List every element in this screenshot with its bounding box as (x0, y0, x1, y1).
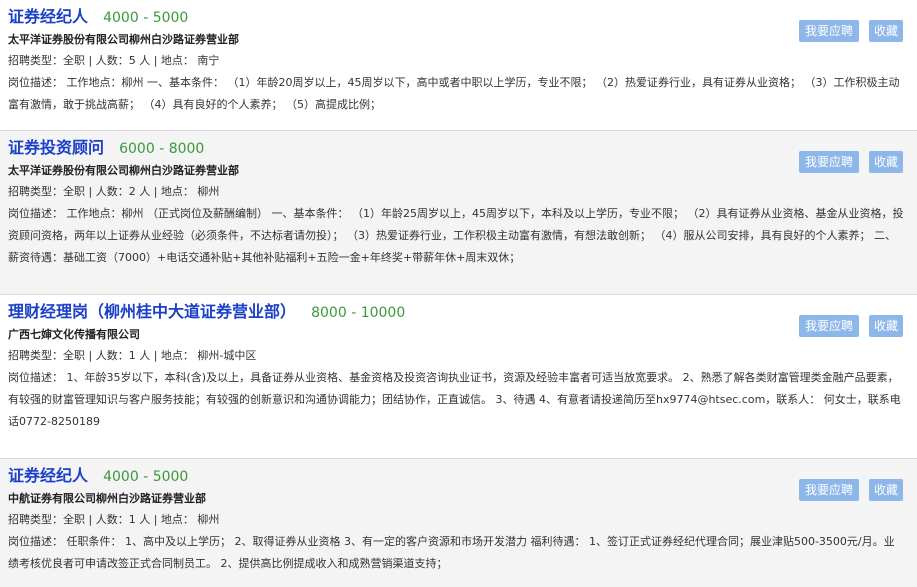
apply-button[interactable]: 我要应聘 (799, 20, 859, 42)
company-name: 广西七婶文化传播有限公司 (8, 328, 140, 341)
job-title-row: 证券投资顾问 6000 - 8000 (8, 135, 909, 161)
job-description: 岗位描述： 任职条件： 1、高中及以上学历； 2、取得证券从业资格 3、有一定的… (8, 535, 895, 570)
job-meta: 招聘类型：全职 | 人数：5 人 | 地点： 南宁 (8, 54, 220, 67)
salary-range: 6000 - 8000 (119, 141, 205, 157)
job-actions: 我要应聘 收藏 (799, 20, 903, 42)
company-name: 中航证券有限公司柳州白沙路证券营业部 (8, 492, 206, 505)
salary-range: 4000 - 5000 (103, 469, 189, 485)
job-title-link[interactable]: 理财经理岗（柳州桂中大道证券营业部） (8, 302, 296, 321)
job-meta: 招聘类型：全职 | 人数：1 人 | 地点： 柳州-城中区 (8, 349, 257, 362)
job-title-link[interactable]: 证券经纪人 (8, 466, 88, 485)
job-meta: 招聘类型：全职 | 人数：1 人 | 地点： 柳州 (8, 513, 220, 526)
job-listing-item: 理财经理岗（柳州桂中大道证券营业部） 8000 - 10000 广西七婶文化传播… (0, 295, 917, 459)
job-title-link[interactable]: 证券经纪人 (8, 7, 88, 26)
job-listing-item: 证券经纪人 4000 - 5000 中航证券有限公司柳州白沙路证券营业部 招聘类… (0, 459, 917, 587)
job-listing-item: 证券投资顾问 6000 - 8000 太平洋证券股份有限公司柳州白沙路证券营业部… (0, 131, 917, 295)
apply-button[interactable]: 我要应聘 (799, 315, 859, 337)
job-title-row: 理财经理岗（柳州桂中大道证券营业部） 8000 - 10000 (8, 299, 909, 325)
job-description: 岗位描述： 1、年龄35岁以下，本科(含)及以上，具备证券从业资格、基金资格及投… (8, 371, 901, 428)
favorite-button[interactable]: 收藏 (869, 479, 903, 501)
favorite-button[interactable]: 收藏 (869, 315, 903, 337)
job-description: 岗位描述： 工作地点：柳州 （正式岗位及薪酬编制） 一、基本条件： （1）年龄2… (8, 207, 904, 264)
favorite-button[interactable]: 收藏 (869, 151, 903, 173)
job-meta: 招聘类型：全职 | 人数：2 人 | 地点： 柳州 (8, 185, 220, 198)
apply-button[interactable]: 我要应聘 (799, 151, 859, 173)
job-list: 证券经纪人 4000 - 5000 太平洋证券股份有限公司柳州白沙路证券营业部 … (0, 0, 917, 587)
favorite-button[interactable]: 收藏 (869, 20, 903, 42)
job-actions: 我要应聘 收藏 (799, 315, 903, 337)
salary-range: 8000 - 10000 (311, 305, 406, 321)
job-description: 岗位描述： 工作地点：柳州 一、基本条件： （1）年龄20周岁以上，45周岁以下… (8, 76, 900, 111)
job-actions: 我要应聘 收藏 (799, 479, 903, 501)
salary-range: 4000 - 5000 (103, 10, 189, 26)
company-name: 太平洋证券股份有限公司柳州白沙路证券营业部 (8, 164, 239, 177)
apply-button[interactable]: 我要应聘 (799, 479, 859, 501)
job-title-row: 证券经纪人 4000 - 5000 (8, 4, 909, 30)
company-name: 太平洋证券股份有限公司柳州白沙路证券营业部 (8, 33, 239, 46)
job-actions: 我要应聘 收藏 (799, 151, 903, 173)
job-title-row: 证券经纪人 4000 - 5000 (8, 463, 909, 489)
job-title-link[interactable]: 证券投资顾问 (8, 138, 104, 157)
job-listing-item: 证券经纪人 4000 - 5000 太平洋证券股份有限公司柳州白沙路证券营业部 … (0, 0, 917, 131)
